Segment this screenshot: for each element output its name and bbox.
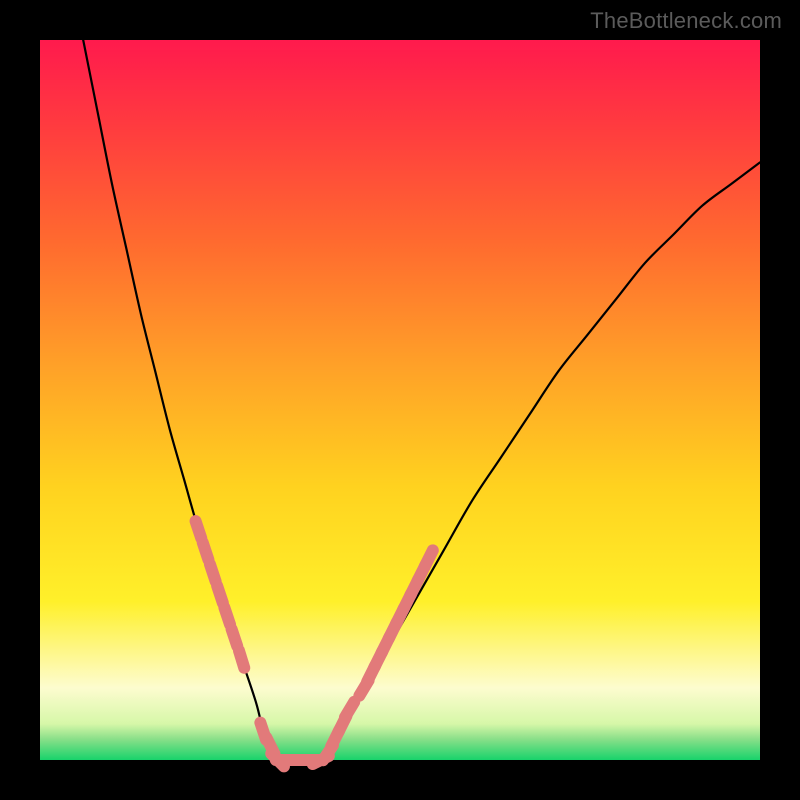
chart-frame: TheBottleneck.com — [0, 0, 800, 800]
marker-capsule — [210, 564, 216, 581]
marker-capsule — [217, 586, 223, 603]
markers-group — [196, 521, 433, 766]
plot-area — [40, 40, 760, 760]
marker-capsule — [239, 651, 244, 668]
series-group — [83, 40, 760, 762]
marker-capsule — [203, 543, 209, 560]
marker-capsule — [224, 607, 230, 624]
marker-capsule — [196, 521, 202, 538]
watermark-text: TheBottleneck.com — [590, 8, 782, 34]
bottleneck-curve — [83, 40, 760, 762]
chart-svg — [40, 40, 760, 760]
marker-capsule — [345, 702, 354, 717]
marker-capsule — [425, 550, 433, 566]
marker-capsule — [232, 629, 238, 646]
